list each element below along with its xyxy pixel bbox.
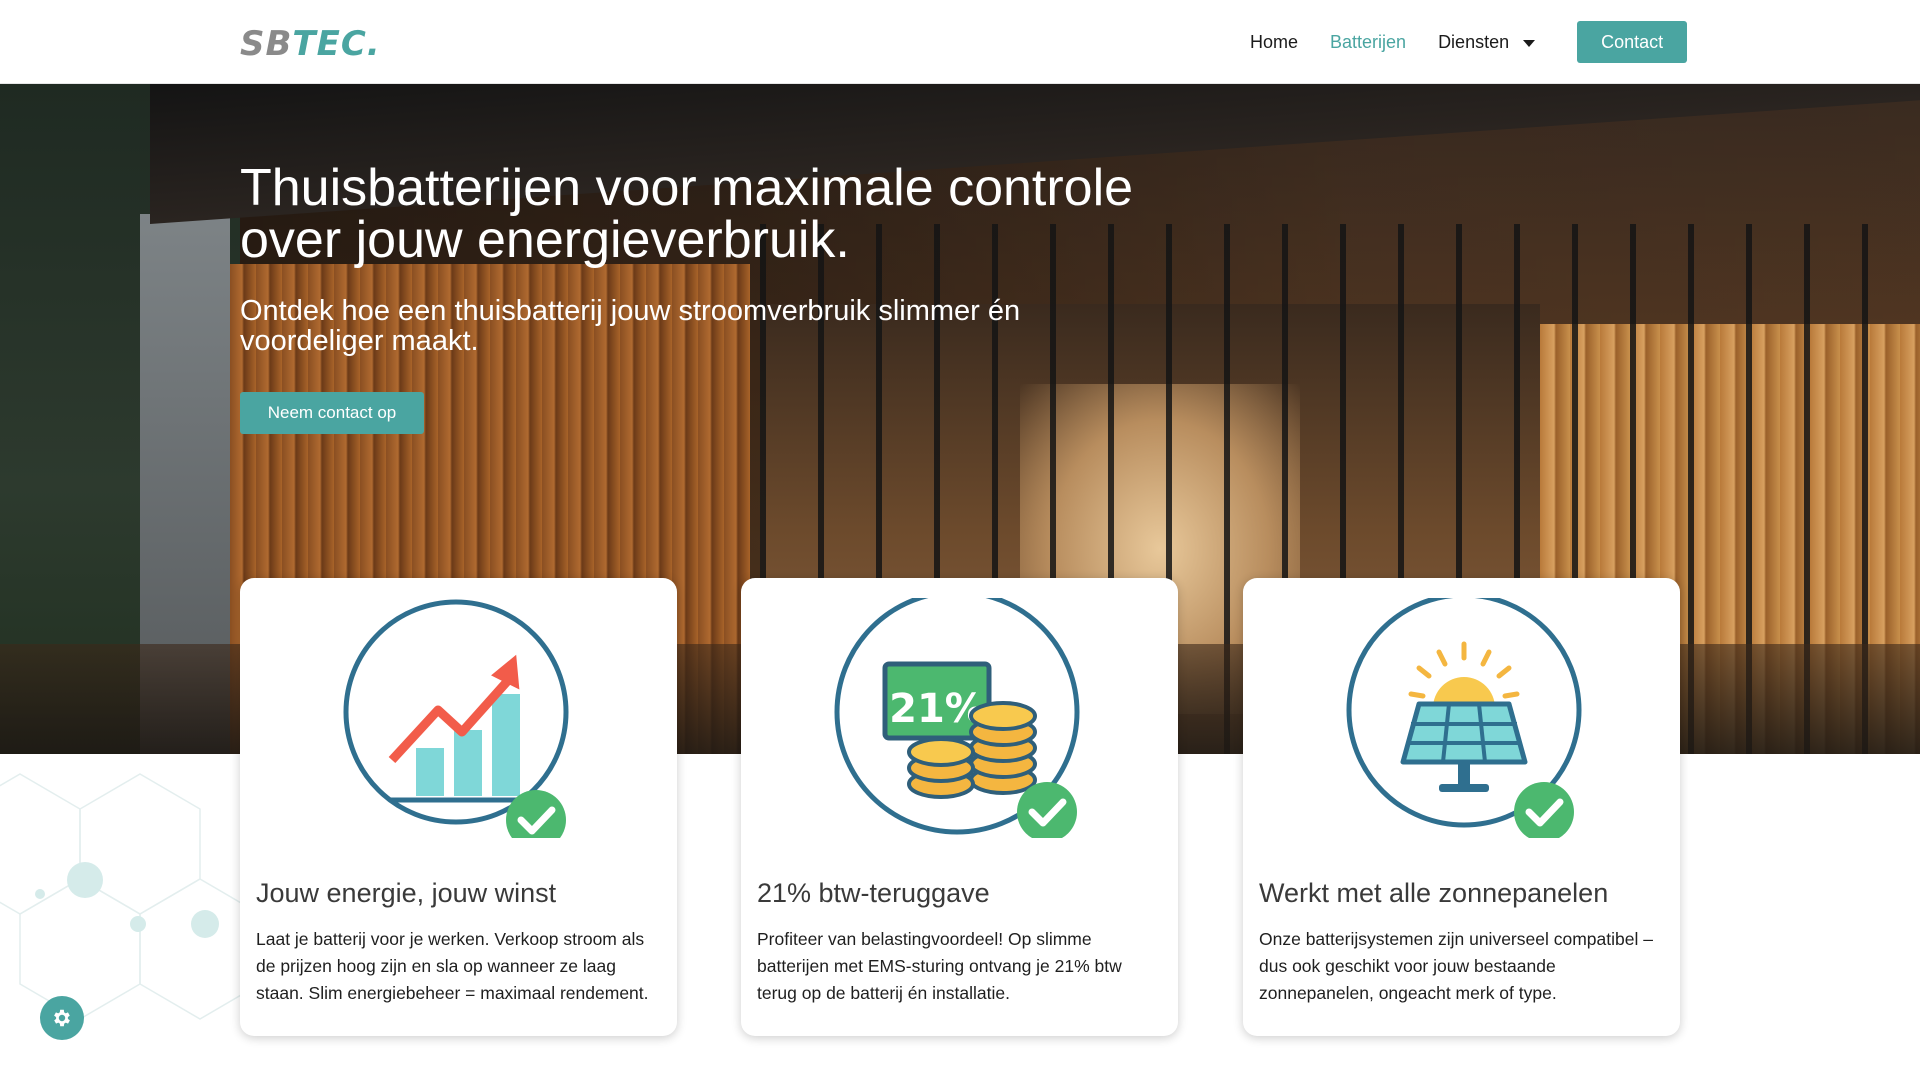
main-nav: Home Batterijen Diensten Contact [1250, 20, 1688, 64]
logo-part-sb: SB [240, 24, 293, 64]
feature-card-energy-profit: Jouw energie, jouw winst Laat je batteri… [240, 578, 677, 1036]
card-text: Profiteer van belastingvoordeel! Op slim… [757, 929, 1122, 1003]
nav-batterijen[interactable]: Batterijen [1330, 32, 1406, 53]
logo-dot: . [366, 24, 381, 64]
page: SBTEC. Home Batterijen Diensten Contact … [0, 0, 1920, 1080]
site-header: SBTEC. Home Batterijen Diensten Contact [0, 0, 1920, 84]
logo[interactable]: SBTEC. [240, 24, 381, 64]
vat-badge-text: 21% [889, 686, 985, 732]
feature-card-vat-refund: 21% 21% btw-teruggave Profiteer van bela… [741, 578, 1178, 1036]
card-title: 21% btw-teruggave [757, 878, 990, 908]
tax-refund-coins-icon: 21% [834, 598, 1080, 838]
chevron-down-icon [1523, 39, 1536, 47]
growth-chart-icon [343, 599, 569, 838]
nav-home[interactable]: Home [1250, 32, 1298, 53]
cta-contact-button[interactable]: Neem contact op [240, 392, 424, 434]
solar-panel-icon [1346, 598, 1582, 838]
hexagon-network-decoration [0, 773, 260, 1020]
card-title: Werkt met alle zonnepanelen [1259, 878, 1609, 908]
card-text: Laat je batterij voor je werken. Verkoop… [256, 929, 649, 1003]
gear-icon [54, 1009, 70, 1027]
contact-button[interactable]: Contact [1577, 21, 1688, 63]
settings-button[interactable] [40, 996, 84, 1040]
card-text: Onze batterijsystemen zijn universeel co… [1259, 929, 1653, 1003]
nav-diensten-dropdown[interactable]: Diensten [1438, 31, 1536, 53]
nav-diensten-label: Diensten [1438, 31, 1510, 52]
feature-card-solar-compatible: Werkt met alle zonnepanelen Onze batteri… [1243, 578, 1680, 1036]
hero-subtitle: Ontdek hoe een thuisbatterij jouw stroom… [240, 295, 1021, 357]
card-title: Jouw energie, jouw winst [256, 878, 557, 908]
hero-title: Thuisbatterijen voor maximale controle o… [240, 159, 1134, 269]
logo-part-tec: TEC [292, 24, 367, 64]
